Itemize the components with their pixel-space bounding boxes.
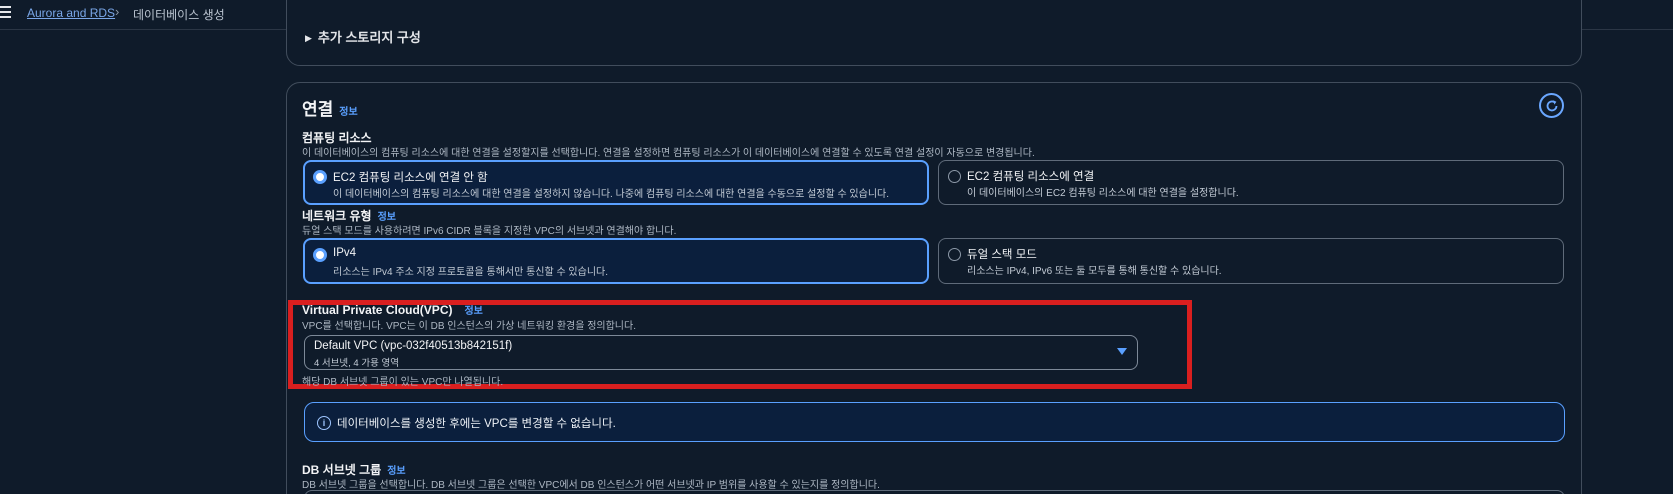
additional-storage-expander[interactable]: ▶ 추가 스토리지 구성 (305, 27, 421, 46)
option-description: 이 데이터베이스의 컴퓨팅 리소스에 대한 연결을 설정하지 않습니다. 나중에… (333, 189, 890, 200)
additional-storage-label: 추가 스토리지 구성 (317, 30, 421, 45)
radio-ec2-connection[interactable] (948, 170, 961, 183)
storage-panel (286, 0, 1582, 66)
vpc-description: VPC를 선택합니다. VPC는 이 DB 인스턴스의 가상 네트워킹 환경을 … (302, 321, 636, 332)
caret-down-icon (1117, 348, 1127, 355)
chevron-right-icon: › (115, 4, 120, 19)
vpc-info-link[interactable]: 정보 (464, 306, 482, 317)
refresh-button[interactable] (1539, 93, 1564, 118)
subnet-group-title: DB 서브넷 그룹 (302, 463, 382, 477)
vpc-selected-value: Default VPC (vpc-032f40513b842151f) (314, 340, 513, 352)
connectivity-title: 연결 (302, 100, 334, 119)
option-label: EC2 컴퓨팅 리소스에 연결 안 함 (333, 172, 488, 184)
vpc-info-alert: i 데이터베이스를 생성한 후에는 VPC를 변경할 수 없습니다. (304, 402, 1565, 442)
option-label: 듀얼 스택 모드 (967, 249, 1037, 261)
breadcrumb-link-aurora-rds[interactable]: Aurora and RDS (27, 6, 115, 20)
network-type-description: 듀얼 스택 모드를 사용하려면 IPv6 CIDR 블록을 지정한 VPC의 서… (302, 226, 677, 237)
option-label: EC2 컴퓨팅 리소스에 연결 (967, 171, 1095, 183)
alert-text: 데이터베이스를 생성한 후에는 VPC를 변경할 수 없습니다. (337, 418, 616, 430)
connectivity-heading: 연결 정보 (302, 95, 358, 120)
subnet-group-select[interactable] (304, 490, 1565, 494)
refresh-icon (1546, 99, 1557, 111)
network-type-title: 네트워크 유형 (302, 209, 372, 223)
vpc-selected-sub: 4 서브넷, 4 가용 영역 (314, 358, 399, 369)
vpc-title: Virtual Private Cloud(VPC) (302, 303, 453, 317)
option-label: IPv4 (333, 247, 357, 259)
option-description: 리소스는 IPv4 주소 지정 프로토콜을 통해서만 통신할 수 있습니다. (333, 267, 609, 278)
vpc-select[interactable]: Default VPC (vpc-032f40513b842151f) 4 서브… (304, 335, 1138, 370)
option-description: 리소스는 IPv4, IPv6 또는 둘 모두를 통해 통신할 수 있습니다. (967, 266, 1222, 277)
radio-no-ec2-connection[interactable] (313, 170, 327, 184)
menu-icon[interactable] (0, 6, 12, 18)
option-ec2-connection[interactable]: EC2 컴퓨팅 리소스에 연결 이 데이터베이스의 EC2 컴퓨팅 리소스에 대… (938, 160, 1564, 205)
option-no-ec2-connection[interactable]: EC2 컴퓨팅 리소스에 연결 안 함 이 데이터베이스의 컴퓨팅 리소스에 대… (303, 160, 929, 205)
option-ipv4[interactable]: IPv4 리소스는 IPv4 주소 지정 프로토콜을 통해서만 통신할 수 있습… (303, 238, 929, 284)
radio-ipv4[interactable] (313, 248, 327, 262)
caret-right-icon: ▶ (305, 33, 312, 43)
breadcrumb-current: 데이터베이스 생성 (133, 8, 225, 22)
vpc-hint: 해당 DB 서브넷 그룹이 있는 VPC만 나열됩니다. (302, 377, 504, 388)
compute-resource-description: 이 데이터베이스의 컴퓨팅 리소스에 대한 연결을 설정할지를 선택합니다. 연… (302, 148, 1035, 159)
option-description: 이 데이터베이스의 EC2 컴퓨팅 리소스에 대한 연결을 설정합니다. (967, 188, 1239, 199)
vpc-heading: Virtual Private Cloud(VPC) 정보 (302, 302, 483, 317)
radio-dual-stack[interactable] (948, 248, 961, 261)
connectivity-info-link[interactable]: 정보 (339, 107, 357, 118)
subnet-group-description: DB 서브넷 그룹을 선택합니다. DB 서브넷 그룹은 선택한 VPC에서 D… (302, 480, 880, 491)
option-dual-stack[interactable]: 듀얼 스택 모드 리소스는 IPv4, IPv6 또는 둘 모두를 통해 통신할… (938, 238, 1564, 284)
info-icon: i (317, 416, 331, 430)
